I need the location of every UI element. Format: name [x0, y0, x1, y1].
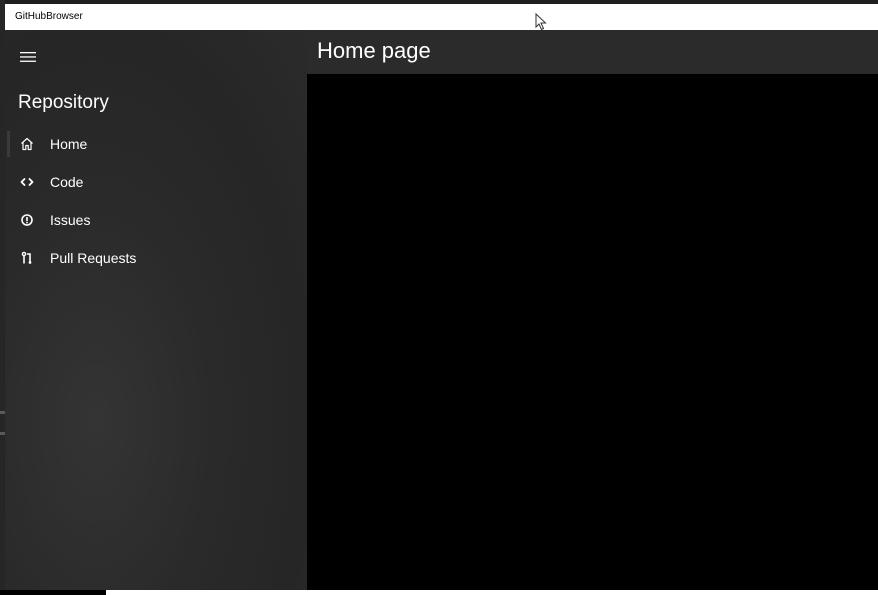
mouse-cursor-icon: [535, 13, 547, 31]
code-icon: [18, 173, 36, 191]
home-icon: [18, 135, 36, 153]
hamburger-menu-button[interactable]: [8, 38, 48, 76]
issue-icon: [18, 211, 36, 229]
window-title: GitHubBrowser: [15, 11, 83, 22]
pull-request-icon: [18, 249, 36, 267]
nav-header: Repository: [18, 92, 109, 113]
nav-item-label: Issues: [50, 212, 91, 228]
content-header: Home page: [307, 30, 878, 74]
selection-indicator: [7, 131, 10, 157]
nav-item-home[interactable]: Home: [5, 125, 307, 163]
nav-list: Home Code Issues Pull Requests: [5, 125, 307, 277]
nav-item-label: Home: [50, 136, 88, 152]
nav-item-issues[interactable]: Issues: [5, 201, 307, 239]
navigation-pane: Repository Home Code Issues Pull Request…: [5, 30, 307, 590]
backdrop-bottom-strip: [106, 590, 878, 595]
nav-item-code[interactable]: Code: [5, 163, 307, 201]
app-window: GitHubBrowser Repository Home Code Issue…: [5, 4, 878, 590]
title-bar[interactable]: GitHubBrowser: [5, 4, 878, 31]
hamburger-icon: [20, 52, 36, 62]
page-title: Home page: [317, 38, 431, 63]
content-area: Home page: [307, 30, 878, 590]
nav-item-pull-requests[interactable]: Pull Requests: [5, 239, 307, 277]
backdrop-bottom-dark: [0, 590, 106, 595]
nav-item-label: Pull Requests: [50, 250, 137, 266]
nav-item-label: Code: [50, 174, 84, 190]
